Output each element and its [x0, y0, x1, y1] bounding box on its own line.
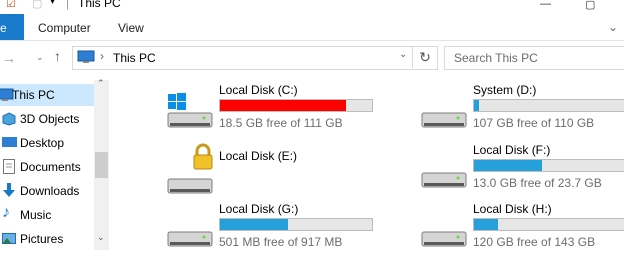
- sidebar-item-pictures[interactable]: Pictures: [0, 228, 95, 250]
- pc-icon: [77, 50, 95, 63]
- up-arrow-icon[interactable]: ↑: [54, 48, 61, 64]
- drive-free-space: 501 MB free of 917 MB: [219, 235, 343, 249]
- sidebar-item-label: Downloads: [20, 184, 80, 198]
- downloads-icon: [3, 183, 15, 197]
- drive-e[interactable]: Local Disk (E:): [166, 143, 366, 205]
- drive-free-space: 120 GB free of 143 GB: [473, 235, 596, 249]
- title-separator: |: [66, 0, 70, 10]
- sidebar-item-label: Desktop: [20, 136, 65, 150]
- quick-access-dropdown-icon[interactable]: ▾: [50, 0, 55, 7]
- breadcrumb-this-pc[interactable]: This PC: [113, 51, 156, 65]
- refresh-button[interactable]: ↻: [412, 46, 437, 68]
- music-icon: ♪: [2, 204, 10, 221]
- tab-computer[interactable]: Computer: [38, 21, 91, 35]
- recent-locations-icon[interactable]: ⌄: [36, 52, 44, 63]
- title-bar: ☑ ▢ ▾ | This PC — ▢: [0, 0, 624, 13]
- drive-name: Local Disk (E:): [219, 149, 298, 163]
- search-placeholder: Search This PC: [454, 51, 538, 65]
- drive-name: Local Disk (G:): [219, 202, 299, 216]
- drive-d[interactable]: System (D:) 107 GB free of 110 GB: [420, 83, 624, 139]
- hard-drive-icon: [421, 172, 467, 188]
- drive-name: Local Disk (C:): [219, 83, 298, 97]
- drive-f[interactable]: Local Disk (F:) 13.0 GB free of 23.7 GB: [420, 143, 624, 199]
- sidebar-item-documents[interactable]: Documents: [0, 156, 95, 178]
- window-title: This PC: [78, 0, 121, 10]
- 3d-objects-icon: [2, 112, 16, 126]
- usage-bar: [219, 99, 373, 112]
- windows-logo-icon: [168, 93, 186, 110]
- tab-file-label: e: [0, 21, 7, 35]
- sidebar-item-this-pc[interactable]: This PC: [0, 84, 95, 106]
- hard-drive-icon: [167, 231, 213, 247]
- search-input[interactable]: Search This PC: [444, 46, 624, 70]
- drive-name: Local Disk (F:): [473, 143, 551, 157]
- drive-free-space: 107 GB free of 110 GB: [473, 116, 595, 130]
- address-dropdown-icon[interactable]: ⌄: [399, 49, 407, 60]
- usage-bar-fill: [220, 100, 347, 111]
- sidebar-item-desktop[interactable]: Desktop: [0, 132, 95, 154]
- new-folder-icon[interactable]: ▢: [32, 0, 42, 10]
- minimize-icon[interactable]: —: [540, 0, 551, 10]
- sidebar-item-label: Music: [20, 208, 52, 222]
- maximize-icon[interactable]: ▢: [585, 0, 595, 11]
- drive-g[interactable]: Local Disk (G:) 501 MB free of 917 MB: [166, 202, 373, 258]
- sidebar-item-label: This PC: [12, 88, 55, 102]
- usage-bar: [473, 218, 624, 231]
- sidebar-item-music[interactable]: ♪ Music: [0, 204, 95, 226]
- sidebar-item-label: Documents: [20, 160, 81, 174]
- sidebar-scrollbar-thumb[interactable]: [95, 152, 108, 178]
- tab-view[interactable]: View: [118, 21, 144, 35]
- address-bar[interactable]: › This PC ⌄: [72, 46, 438, 70]
- desktop-icon: [2, 137, 17, 147]
- usage-bar: [473, 159, 624, 172]
- usage-bar-fill: [474, 219, 499, 230]
- hard-drive-icon: [421, 112, 467, 128]
- lock-icon: [193, 143, 213, 170]
- drive-c[interactable]: Local Disk (C:) 18.5 GB free of 111 GB: [166, 83, 373, 139]
- ribbon: [0, 13, 624, 41]
- documents-icon: [3, 159, 15, 174]
- usage-bar-fill: [474, 160, 543, 171]
- scroll-down-icon[interactable]: ⌄: [97, 232, 105, 243]
- drive-h[interactable]: Local Disk (H:) 120 GB free of 143 GB: [420, 202, 624, 258]
- breadcrumb-chevron-icon[interactable]: ›: [100, 49, 104, 63]
- sidebar-item-label: 3D Objects: [20, 112, 80, 126]
- properties-icon[interactable]: ☑: [6, 0, 16, 10]
- usage-bar: [473, 99, 624, 112]
- hard-drive-icon: [421, 231, 467, 247]
- sidebar-item-3d-objects[interactable]: 3D Objects: [0, 108, 95, 130]
- usage-bar: [219, 218, 373, 231]
- refresh-icon: ↻: [419, 49, 431, 65]
- sidebar-item-label: Pictures: [20, 232, 64, 246]
- drive-name: System (D:): [473, 83, 537, 97]
- drive-free-space: 18.5 GB free of 111 GB: [219, 116, 343, 130]
- expand-ribbon-icon[interactable]: ⌄: [608, 20, 618, 34]
- scroll-up-icon[interactable]: ⌃: [97, 78, 105, 89]
- sidebar-item-downloads[interactable]: Downloads: [0, 180, 95, 202]
- usage-bar-fill: [220, 219, 289, 230]
- drive-name: Local Disk (H:): [473, 202, 552, 216]
- drive-free-space: 13.0 GB free of 23.7 GB: [473, 176, 602, 190]
- pictures-icon: [2, 233, 16, 244]
- tab-file[interactable]: e: [0, 14, 24, 40]
- back-arrow-icon[interactable]: →: [2, 50, 16, 66]
- usage-bar-fill: [474, 100, 479, 111]
